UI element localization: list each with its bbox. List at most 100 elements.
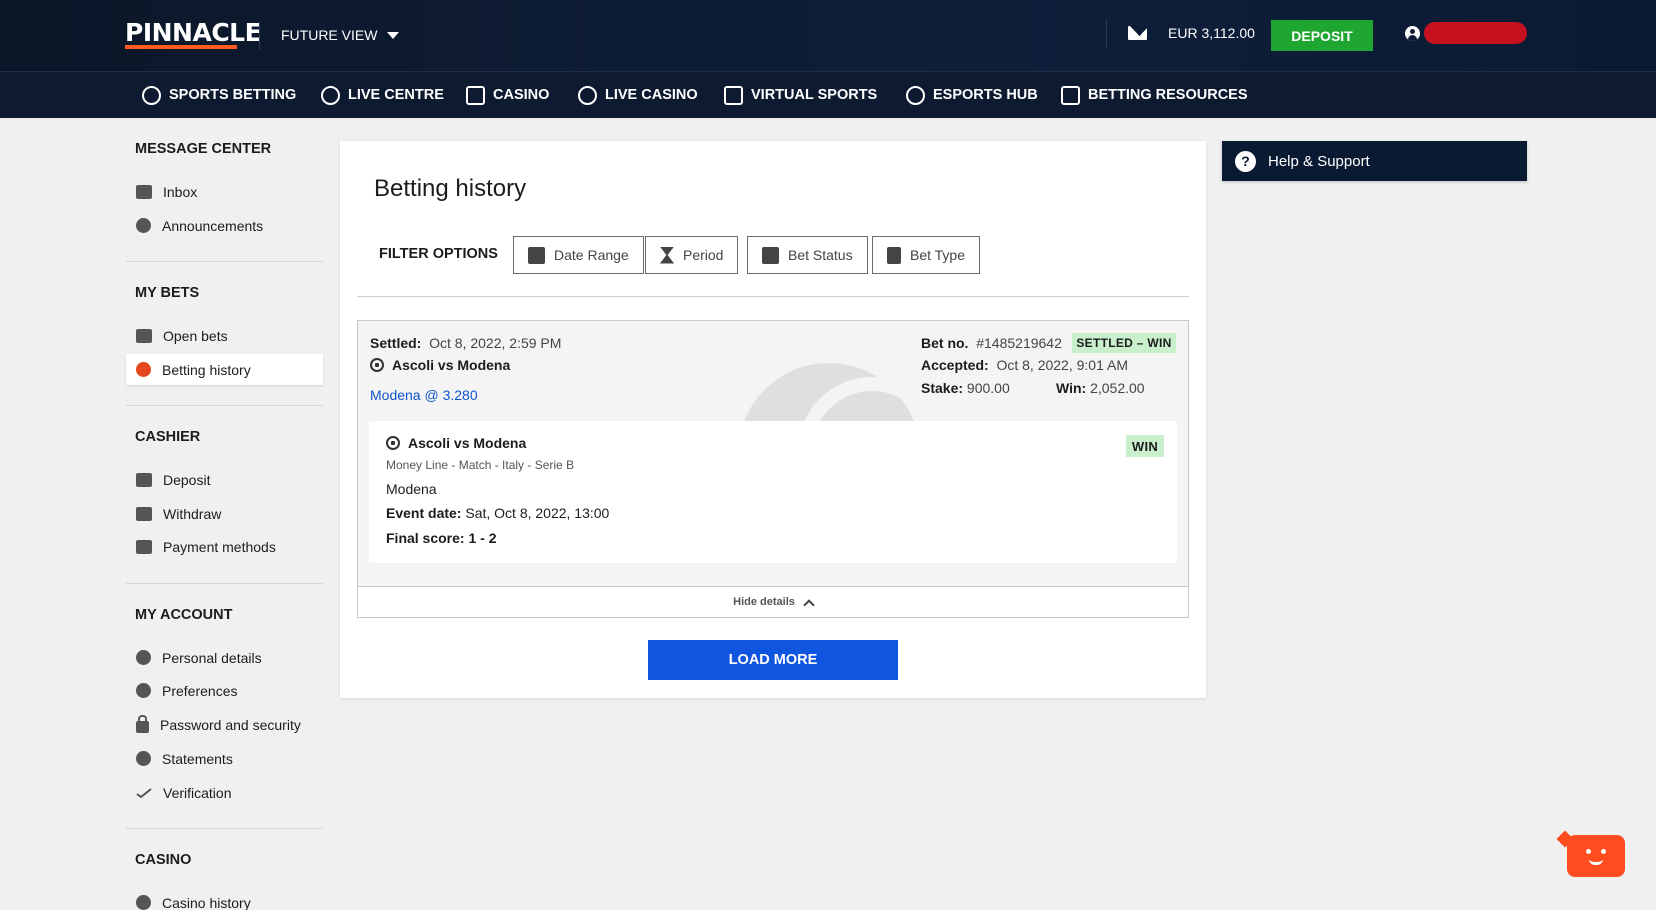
sidebar-item-label: Verification — [163, 784, 232, 801]
book-icon — [1061, 85, 1080, 105]
help-support-button[interactable]: ? Help & Support — [1222, 141, 1527, 181]
chart-icon — [762, 246, 779, 264]
top-header: PINNACLE FUTURE VIEW EUR 3,112.00 DEPOSI… — [0, 0, 1656, 72]
sidebar-divider — [126, 583, 323, 584]
filter-bet-status-button[interactable]: Bet Status — [747, 236, 868, 274]
bet-no-label: Bet no. — [921, 335, 969, 351]
nav-virtual-sports[interactable]: VIRTUAL SPORTS — [724, 72, 877, 118]
sidebar-item-inbox[interactable]: Inbox — [126, 176, 323, 207]
win-label: Win: — [1056, 380, 1087, 396]
betting-history-card: Betting history FILTER OPTIONS Date Rang… — [340, 141, 1206, 698]
settled-value: Oct 8, 2022, 2:59 PM — [429, 335, 562, 351]
sidebar-item-betting-history[interactable]: Betting history — [126, 354, 323, 385]
stake-value: 900.00 — [966, 380, 1010, 396]
accepted-value: Oct 8, 2022, 9:01 AM — [996, 357, 1128, 373]
load-more-button[interactable]: LOAD MORE — [648, 640, 898, 680]
filter-date-range-button[interactable]: Date Range — [513, 236, 644, 274]
deposit-button[interactable]: DEPOSIT — [1271, 20, 1373, 51]
sidebar-section-title: MY BETS — [135, 285, 200, 301]
nav-casino[interactable]: CASINO — [466, 72, 549, 118]
sidebar-item-label: Open bets — [163, 327, 228, 344]
caret-down-icon — [387, 31, 400, 39]
nav-live-casino[interactable]: LIVE CASINO — [578, 72, 698, 118]
hide-details-label: Hide details — [733, 596, 795, 608]
envelope-icon — [136, 184, 152, 199]
settled-row: Settled: Oct 8, 2022, 2:59 PM — [370, 335, 561, 351]
soccer-ball-icon — [370, 358, 384, 372]
sidebar-item-verification[interactable]: Verification — [126, 777, 323, 808]
event-date-row: Event date: Sat, Oct 8, 2022, 13:00 — [386, 505, 609, 521]
sidebar-item-payment-methods[interactable]: Payment methods — [126, 531, 323, 562]
future-view-dropdown[interactable]: FUTURE VIEW — [281, 24, 400, 46]
sidebar-divider — [126, 828, 323, 829]
accepted-row: Accepted: Oct 8, 2022, 9:01 AM — [921, 357, 1128, 373]
mail-icon[interactable] — [1128, 26, 1147, 40]
bet-no-value: #1485219642 — [976, 335, 1062, 351]
chat-eye-icon — [1586, 849, 1591, 854]
win-value: 2,052.00 — [1090, 380, 1145, 396]
nav-label: LIVE CENTRE — [348, 87, 444, 103]
settled-label: Settled: — [370, 335, 422, 351]
bell-icon — [136, 218, 151, 233]
username-redacted[interactable] — [1424, 22, 1527, 44]
selection-row: Modena @ 3.280 — [370, 387, 478, 403]
filter-label: Bet Status — [788, 247, 853, 263]
user-icon[interactable] — [1405, 26, 1420, 41]
checkmark-icon — [136, 787, 152, 798]
filter-period-button[interactable]: Period — [645, 236, 739, 274]
filter-bet-type-button[interactable]: Bet Type — [872, 236, 981, 274]
sidebar-item-statements[interactable]: Statements — [126, 743, 323, 774]
stopwatch-icon — [321, 85, 340, 105]
sidebar-item-casino-history[interactable]: Casino history — [126, 887, 323, 910]
filter-label: Date Range — [554, 247, 629, 263]
accepted-label: Accepted: — [921, 357, 989, 373]
deposit-icon — [136, 472, 152, 487]
hide-details-toggle[interactable]: Hide details — [358, 586, 1188, 617]
detail-market: Money Line - Match - Italy - Serie B — [386, 458, 575, 472]
sidebar-item-withdraw[interactable]: Withdraw — [126, 498, 323, 529]
sidebar-item-label: Preferences — [162, 682, 238, 699]
chevron-up-icon — [803, 598, 815, 611]
detail-match-name: Ascoli vs Modena — [408, 435, 527, 451]
event-date-value: Sat, Oct 8, 2022, 13:00 — [465, 505, 610, 521]
sidebar-item-personal-details[interactable]: Personal details — [126, 642, 323, 673]
help-support-label: Help & Support — [1268, 152, 1370, 170]
sidebar-item-preferences[interactable]: Preferences — [126, 675, 323, 706]
history-icon — [136, 362, 151, 377]
nav-esports-hub[interactable]: ESPORTS HUB — [906, 72, 1038, 118]
receipt-icon — [887, 246, 901, 264]
headset-icon — [906, 85, 925, 105]
soccer-ball-icon — [386, 436, 400, 450]
sidebar-item-announcements[interactable]: Announcements — [126, 210, 323, 241]
nav-live-centre[interactable]: LIVE CENTRE — [321, 72, 444, 118]
sidebar-item-label: Statements — [162, 750, 233, 767]
stake-label: Stake: — [921, 380, 964, 396]
ticket-icon — [136, 328, 152, 343]
sidebar-divider — [126, 405, 323, 406]
sidebar-item-label: Announcements — [162, 217, 264, 234]
nav-sports-betting[interactable]: SPORTS BETTING — [142, 72, 296, 118]
sidebar-section-title: CASHIER — [135, 429, 201, 445]
sidebar-item-label: Inbox — [163, 183, 198, 200]
sidebar-divider — [126, 261, 323, 262]
sidebar-item-password-security[interactable]: Password and security — [126, 709, 323, 740]
sidebar-item-deposit[interactable]: Deposit — [126, 464, 323, 495]
detail-selection[interactable]: Modena — [386, 481, 437, 497]
chat-eye-icon — [1601, 849, 1606, 854]
nav-label: SPORTS BETTING — [169, 87, 297, 103]
sidebar-item-label: Personal details — [162, 649, 262, 666]
chat-bot-button[interactable] — [1567, 835, 1625, 877]
selection-name[interactable]: Modena — [370, 387, 421, 403]
nav-betting-resources[interactable]: BETTING RESOURCES — [1061, 72, 1248, 118]
calendar-icon — [528, 246, 545, 264]
pinnacle-logo[interactable]: PINNACLE — [125, 20, 262, 46]
nav-label: BETTING RESOURCES — [1088, 87, 1248, 103]
final-score-row: Final score: 1 - 2 — [386, 530, 497, 546]
nav-label: CASINO — [493, 87, 550, 103]
casino-history-icon — [136, 895, 151, 910]
payment-methods-icon — [136, 539, 152, 554]
sidebar-item-open-bets[interactable]: Open bets — [126, 320, 323, 351]
final-score-label: Final score: — [386, 530, 465, 546]
dice-icon — [466, 85, 485, 105]
sidebar-section-title: CASINO — [135, 852, 192, 868]
